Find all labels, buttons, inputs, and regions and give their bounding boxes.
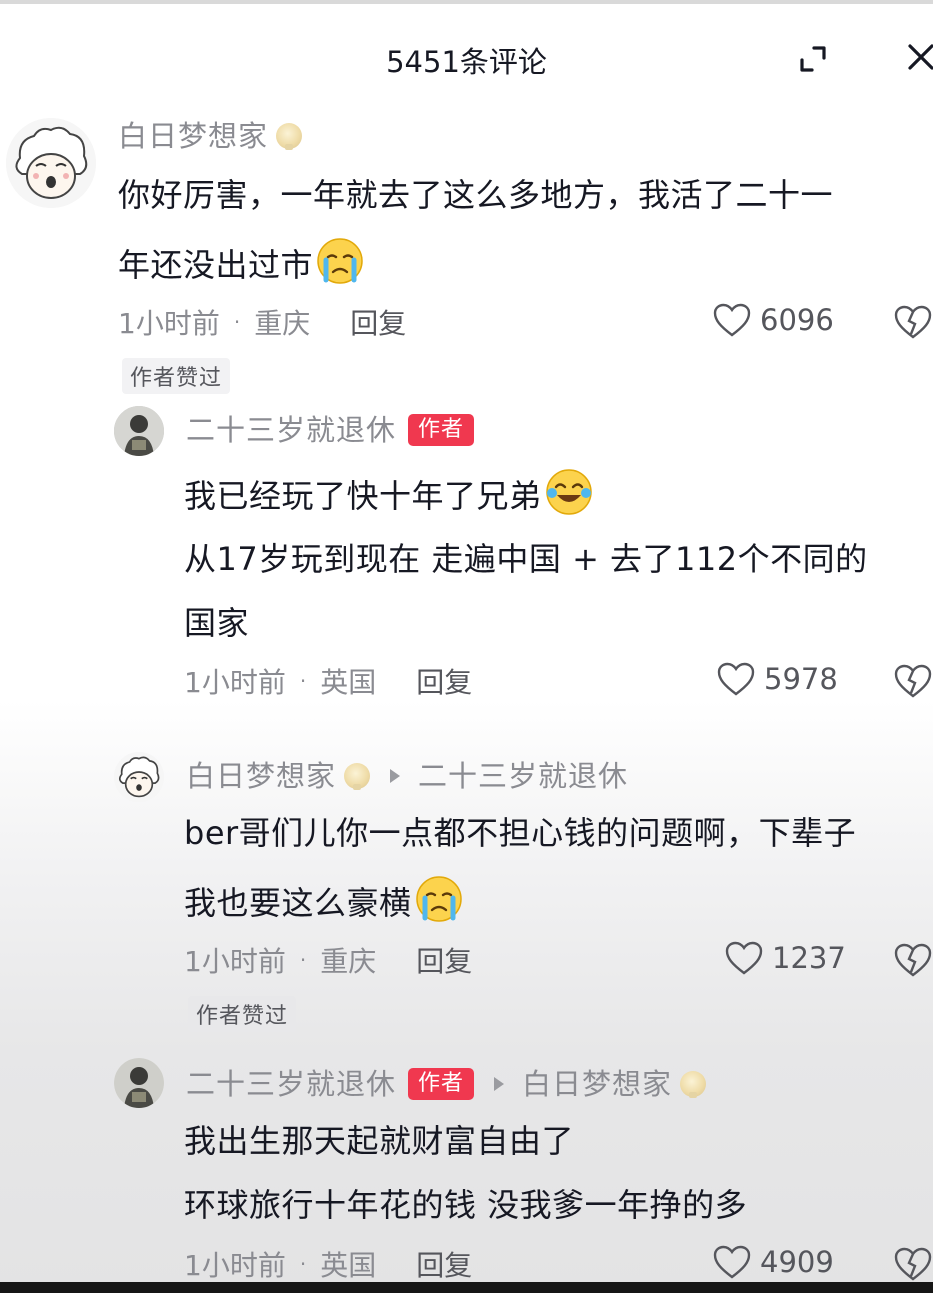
comment-text-line: 我也要这么豪横 <box>184 884 412 922</box>
dislike-icon[interactable] <box>893 1246 933 1282</box>
reply-arrow-icon <box>494 1077 505 1091</box>
like-count: 1237 <box>772 941 846 975</box>
like-count: 6096 <box>760 303 834 337</box>
comment-text-line: 国家 <box>184 604 250 642</box>
comment-time: 1小时前 <box>184 1249 286 1282</box>
comment-text-line: ber哥们儿你一点都不担心钱的问题啊，下辈子 <box>184 814 857 852</box>
comment-text-line: 环球旅行十年花的钱 没我爹一年挣的多 <box>184 1186 748 1224</box>
like-button[interactable]: 5978 <box>716 661 838 697</box>
fan-medal-icon <box>276 123 303 150</box>
username[interactable]: 白日梦想家 <box>118 116 268 156</box>
photo-avatar-icon <box>114 1058 164 1108</box>
avatar[interactable] <box>114 1058 164 1108</box>
reply-button[interactable]: 回复 <box>416 661 472 701</box>
bottom-edge <box>0 1282 933 1293</box>
author-liked-note: 作者赞过 <box>188 996 297 1032</box>
top-divider <box>0 0 933 4</box>
comment-text-line: 你好厉害，一年就去了这么多地方，我活了二十一 <box>118 176 834 214</box>
comment-location: 英国 <box>320 666 377 699</box>
username[interactable]: 二十三岁就退休 <box>186 410 396 450</box>
reply-button[interactable]: 回复 <box>416 940 472 980</box>
comment-location: 重庆 <box>320 945 377 978</box>
laughing-tears-emoji-icon <box>545 469 592 515</box>
author-badge: 作者 <box>408 1068 475 1100</box>
author-liked-note: 作者赞过 <box>122 358 231 394</box>
heart-icon <box>717 662 755 696</box>
reply-to-username[interactable]: 白日梦想家 <box>522 1064 672 1104</box>
heart-icon <box>713 303 751 337</box>
avatar[interactable] <box>114 406 164 456</box>
reply-to-username[interactable]: 二十三岁就退休 <box>418 756 628 796</box>
expand-icon[interactable] <box>796 42 830 76</box>
reply-button[interactable]: 回复 <box>416 1244 472 1284</box>
avatar[interactable] <box>114 752 164 802</box>
heart-icon <box>713 1245 751 1279</box>
author-badge: 作者 <box>408 414 475 446</box>
close-icon[interactable] <box>904 40 933 74</box>
sheep-avatar-icon <box>114 752 164 802</box>
comment-text-line: 年还没出过市 <box>118 246 314 284</box>
fan-medal-icon <box>680 1071 707 1098</box>
comment-time: 1小时前 <box>184 945 286 978</box>
username[interactable]: 二十三岁就退休 <box>186 1064 396 1104</box>
comment-time: 1小时前 <box>118 307 220 340</box>
fan-medal-icon <box>344 763 371 790</box>
crying-emoji-icon <box>317 238 363 284</box>
comment-count-title: 5451条评论 <box>386 45 547 79</box>
like-button[interactable]: 6096 <box>712 302 834 338</box>
username[interactable]: 白日梦想家 <box>186 756 336 796</box>
reply-arrow-icon <box>390 769 401 783</box>
sheep-avatar-icon <box>6 118 96 208</box>
heart-icon <box>725 941 763 975</box>
avatar[interactable] <box>6 118 96 208</box>
reply-button[interactable]: 回复 <box>350 302 406 342</box>
like-button[interactable]: 4909 <box>712 1244 834 1280</box>
comment-text-line: 从17岁玩到现在 走遍中国 + 去了112个不同的 <box>184 540 868 578</box>
dislike-icon[interactable] <box>893 942 933 978</box>
like-count: 5978 <box>764 662 838 696</box>
comment-location: 英国 <box>320 1249 377 1282</box>
dislike-icon[interactable] <box>893 304 933 340</box>
like-button[interactable]: 1237 <box>724 940 846 976</box>
comment-location: 重庆 <box>254 307 311 340</box>
dislike-icon[interactable] <box>893 663 933 699</box>
comment-time: 1小时前 <box>184 666 286 699</box>
crying-emoji-icon <box>415 876 462 922</box>
photo-avatar-icon <box>114 406 164 456</box>
comments-panel: 5451条评论 白日梦想家 你好厉害，一年就去了这么多地方，我活了二十一 年还没… <box>0 0 933 1293</box>
like-count: 4909 <box>760 1245 834 1279</box>
comment-text-line: 我出生那天起就财富自由了 <box>184 1122 575 1160</box>
comment-text-line: 我已经玩了快十年了兄弟 <box>184 477 542 515</box>
